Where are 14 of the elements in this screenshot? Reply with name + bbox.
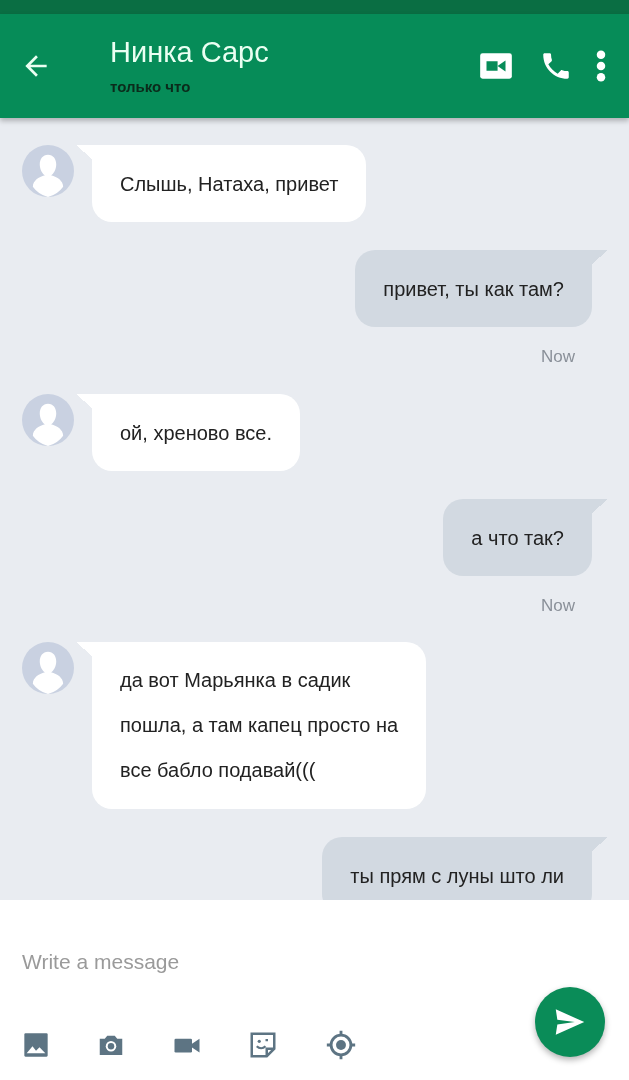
more-options-icon[interactable] bbox=[595, 49, 607, 83]
message-bubble: ой, хреново все. bbox=[76, 393, 300, 471]
avatar-icon bbox=[22, 393, 74, 446]
timestamp: Now bbox=[540, 346, 576, 368]
message-bubble: Слышь, Натаха, привет bbox=[76, 145, 367, 222]
message-bubble: привет, ты как там? bbox=[355, 250, 608, 327]
last-seen-status: только что bbox=[110, 79, 192, 94]
avatar-icon bbox=[22, 642, 74, 694]
timestamp: Now bbox=[540, 594, 576, 617]
contact-name: Нинка Сарс bbox=[110, 38, 270, 67]
image-icon[interactable] bbox=[22, 1030, 50, 1059]
message-bubble: а что так? bbox=[443, 498, 608, 576]
message-bubble: да вот Марьянка в садик пошла, а там капец просто на все бабло подавай((( bbox=[76, 642, 427, 809]
avatar-icon bbox=[22, 145, 74, 197]
